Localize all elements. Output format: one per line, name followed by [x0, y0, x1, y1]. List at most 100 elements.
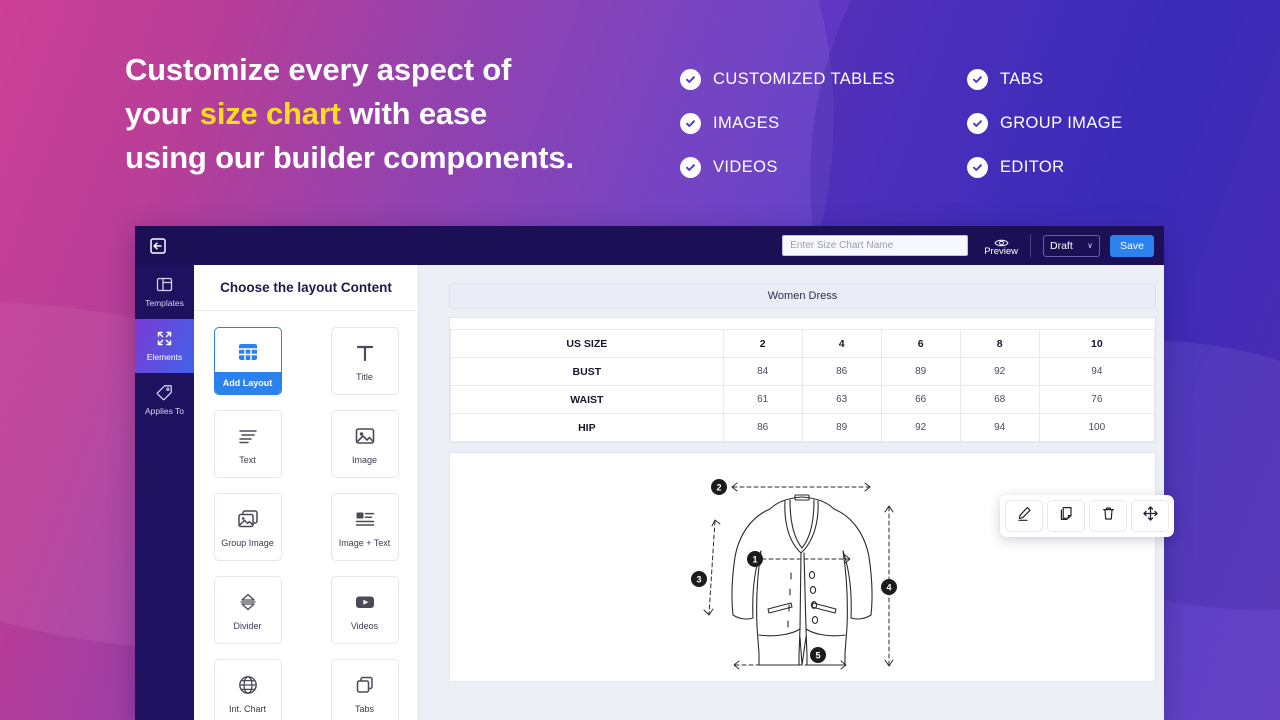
grid-table-icon — [236, 340, 260, 364]
table-cell: BUST — [451, 358, 724, 386]
size-table-block[interactable]: US SIZE 2 4 6 8 10 BUST 84 86 89 92 94 — [449, 317, 1156, 443]
table-row: BUST 84 86 89 92 94 — [451, 358, 1155, 386]
svg-text:4: 4 — [886, 583, 891, 593]
element-label: Title — [356, 372, 373, 382]
delete-button[interactable] — [1089, 500, 1127, 532]
element-palette: Choose the layout Content Add Layout — [194, 265, 419, 720]
preview-button[interactable]: Preview — [984, 235, 1018, 257]
headline-line-2: your size chart with ease — [125, 92, 685, 136]
chart-title-text: Women Dress — [768, 290, 837, 302]
tag-icon — [156, 384, 173, 401]
sidebar-label: Elements — [147, 352, 182, 362]
element-card-tabs[interactable]: Tabs — [331, 659, 399, 720]
table-cell: 86 — [802, 358, 881, 386]
table-cell: 6 — [881, 330, 960, 358]
table-cell: 89 — [802, 414, 881, 442]
feature-label: IMAGES — [713, 114, 780, 133]
element-label: Text — [239, 455, 256, 465]
exit-arrow-icon[interactable] — [147, 235, 169, 257]
svg-text:3: 3 — [696, 575, 701, 585]
preview-label: Preview — [984, 246, 1018, 257]
table-row: US SIZE 2 4 6 8 10 — [451, 330, 1155, 358]
trash-icon — [1100, 505, 1117, 527]
headline-line-1: Customize every aspect of — [125, 48, 685, 92]
headline-line-2-pre: your — [125, 96, 200, 131]
letter-t-icon — [353, 341, 377, 365]
status-dropdown[interactable]: Draft ∨ — [1043, 235, 1100, 257]
edit-button[interactable] — [1005, 500, 1043, 532]
table-cell: 68 — [960, 386, 1039, 414]
table-cell: 8 — [960, 330, 1039, 358]
feature-label: GROUP IMAGE — [1000, 114, 1122, 133]
blazer-measurement-diagram: 1 2 3 4 5 — [673, 469, 933, 681]
save-button[interactable]: Save — [1110, 235, 1154, 257]
feature-label: CUSTOMIZED TABLES — [713, 70, 895, 89]
group-image-icon — [236, 507, 260, 531]
element-label: Image — [352, 455, 377, 465]
eye-icon — [994, 235, 1009, 245]
status-dropdown-label: Draft — [1050, 240, 1073, 252]
check-circle-icon — [680, 113, 701, 134]
element-card-add-layout[interactable]: Add Layout — [214, 327, 282, 395]
svg-text:2: 2 — [716, 483, 721, 493]
feature-item: VIDEOS — [680, 157, 967, 178]
table-cell: 66 — [881, 386, 960, 414]
move-button[interactable] — [1131, 500, 1169, 532]
svg-text:5: 5 — [815, 651, 820, 661]
text-lines-icon — [236, 424, 260, 448]
feature-item: TABS — [967, 69, 1122, 90]
pencil-icon — [1016, 505, 1033, 527]
check-circle-icon — [967, 157, 988, 178]
app-topbar: Preview Draft ∨ Save — [135, 226, 1164, 265]
sidebar-item-applies-to[interactable]: Applies To — [135, 373, 194, 427]
check-circle-icon — [680, 69, 701, 90]
table-row: WAIST 61 63 66 68 76 — [451, 386, 1155, 414]
feature-item: EDITOR — [967, 157, 1122, 178]
element-float-toolbar — [1000, 495, 1174, 537]
measurement-markers: 1 2 3 4 5 — [691, 479, 897, 663]
element-card-int-chart[interactable]: Int. Chart — [214, 659, 282, 720]
check-circle-icon — [680, 157, 701, 178]
table-cell: 94 — [1039, 358, 1154, 386]
element-label: Image + Text — [339, 538, 391, 548]
sidebar-item-templates[interactable]: Templates — [135, 265, 194, 319]
copy-icon — [1058, 505, 1075, 527]
globe-icon — [236, 673, 260, 697]
feature-label: TABS — [1000, 70, 1043, 89]
sidebar-item-elements[interactable]: Elements — [135, 319, 194, 373]
sidebar-label: Templates — [145, 298, 184, 308]
editor-canvas: Women Dress US SIZE 2 4 6 8 10 BUST 84 — [419, 265, 1164, 720]
duplicate-button[interactable] — [1047, 500, 1085, 532]
table-cell: WAIST — [451, 386, 724, 414]
element-card-divider[interactable]: Divider — [214, 576, 282, 644]
chart-name-input[interactable] — [782, 235, 968, 256]
table-cell: 2 — [723, 330, 802, 358]
headline-accent: size chart — [200, 96, 341, 131]
sidebar-rail: Templates Elements Appli — [135, 265, 194, 720]
table-cell: 100 — [1039, 414, 1154, 442]
element-card-videos[interactable]: Videos — [331, 576, 399, 644]
video-play-icon — [353, 590, 377, 614]
element-card-title[interactable]: Title — [331, 327, 399, 395]
element-label: Tabs — [355, 704, 374, 714]
chevron-down-icon: ∨ — [1087, 241, 1093, 250]
hero-headline: Customize every aspect of your size char… — [125, 48, 685, 180]
element-card-group-image[interactable]: Group Image — [214, 493, 282, 561]
sidebar-label: Applies To — [145, 406, 184, 416]
image-block[interactable]: 1 2 3 4 5 — [449, 452, 1156, 682]
tabs-layers-icon — [353, 673, 377, 697]
svg-text:1: 1 — [752, 555, 757, 565]
size-table: US SIZE 2 4 6 8 10 BUST 84 86 89 92 94 — [450, 329, 1155, 442]
layout-panel-icon — [156, 276, 173, 293]
table-row: HIP 86 89 92 94 100 — [451, 414, 1155, 442]
feature-list: CUSTOMIZED TABLES TABS IMAGES GROUP IMAG… — [680, 57, 1122, 189]
expand-arrows-icon — [156, 330, 173, 347]
move-arrows-icon — [1142, 505, 1159, 527]
palette-grid: Add Layout Title — [194, 311, 418, 720]
element-card-text[interactable]: Text — [214, 410, 282, 478]
element-card-image[interactable]: Image — [331, 410, 399, 478]
element-card-image-text[interactable]: Image + Text — [331, 493, 399, 561]
chart-title-block[interactable]: Women Dress — [449, 283, 1156, 309]
table-cell: 84 — [723, 358, 802, 386]
image-icon — [353, 424, 377, 448]
